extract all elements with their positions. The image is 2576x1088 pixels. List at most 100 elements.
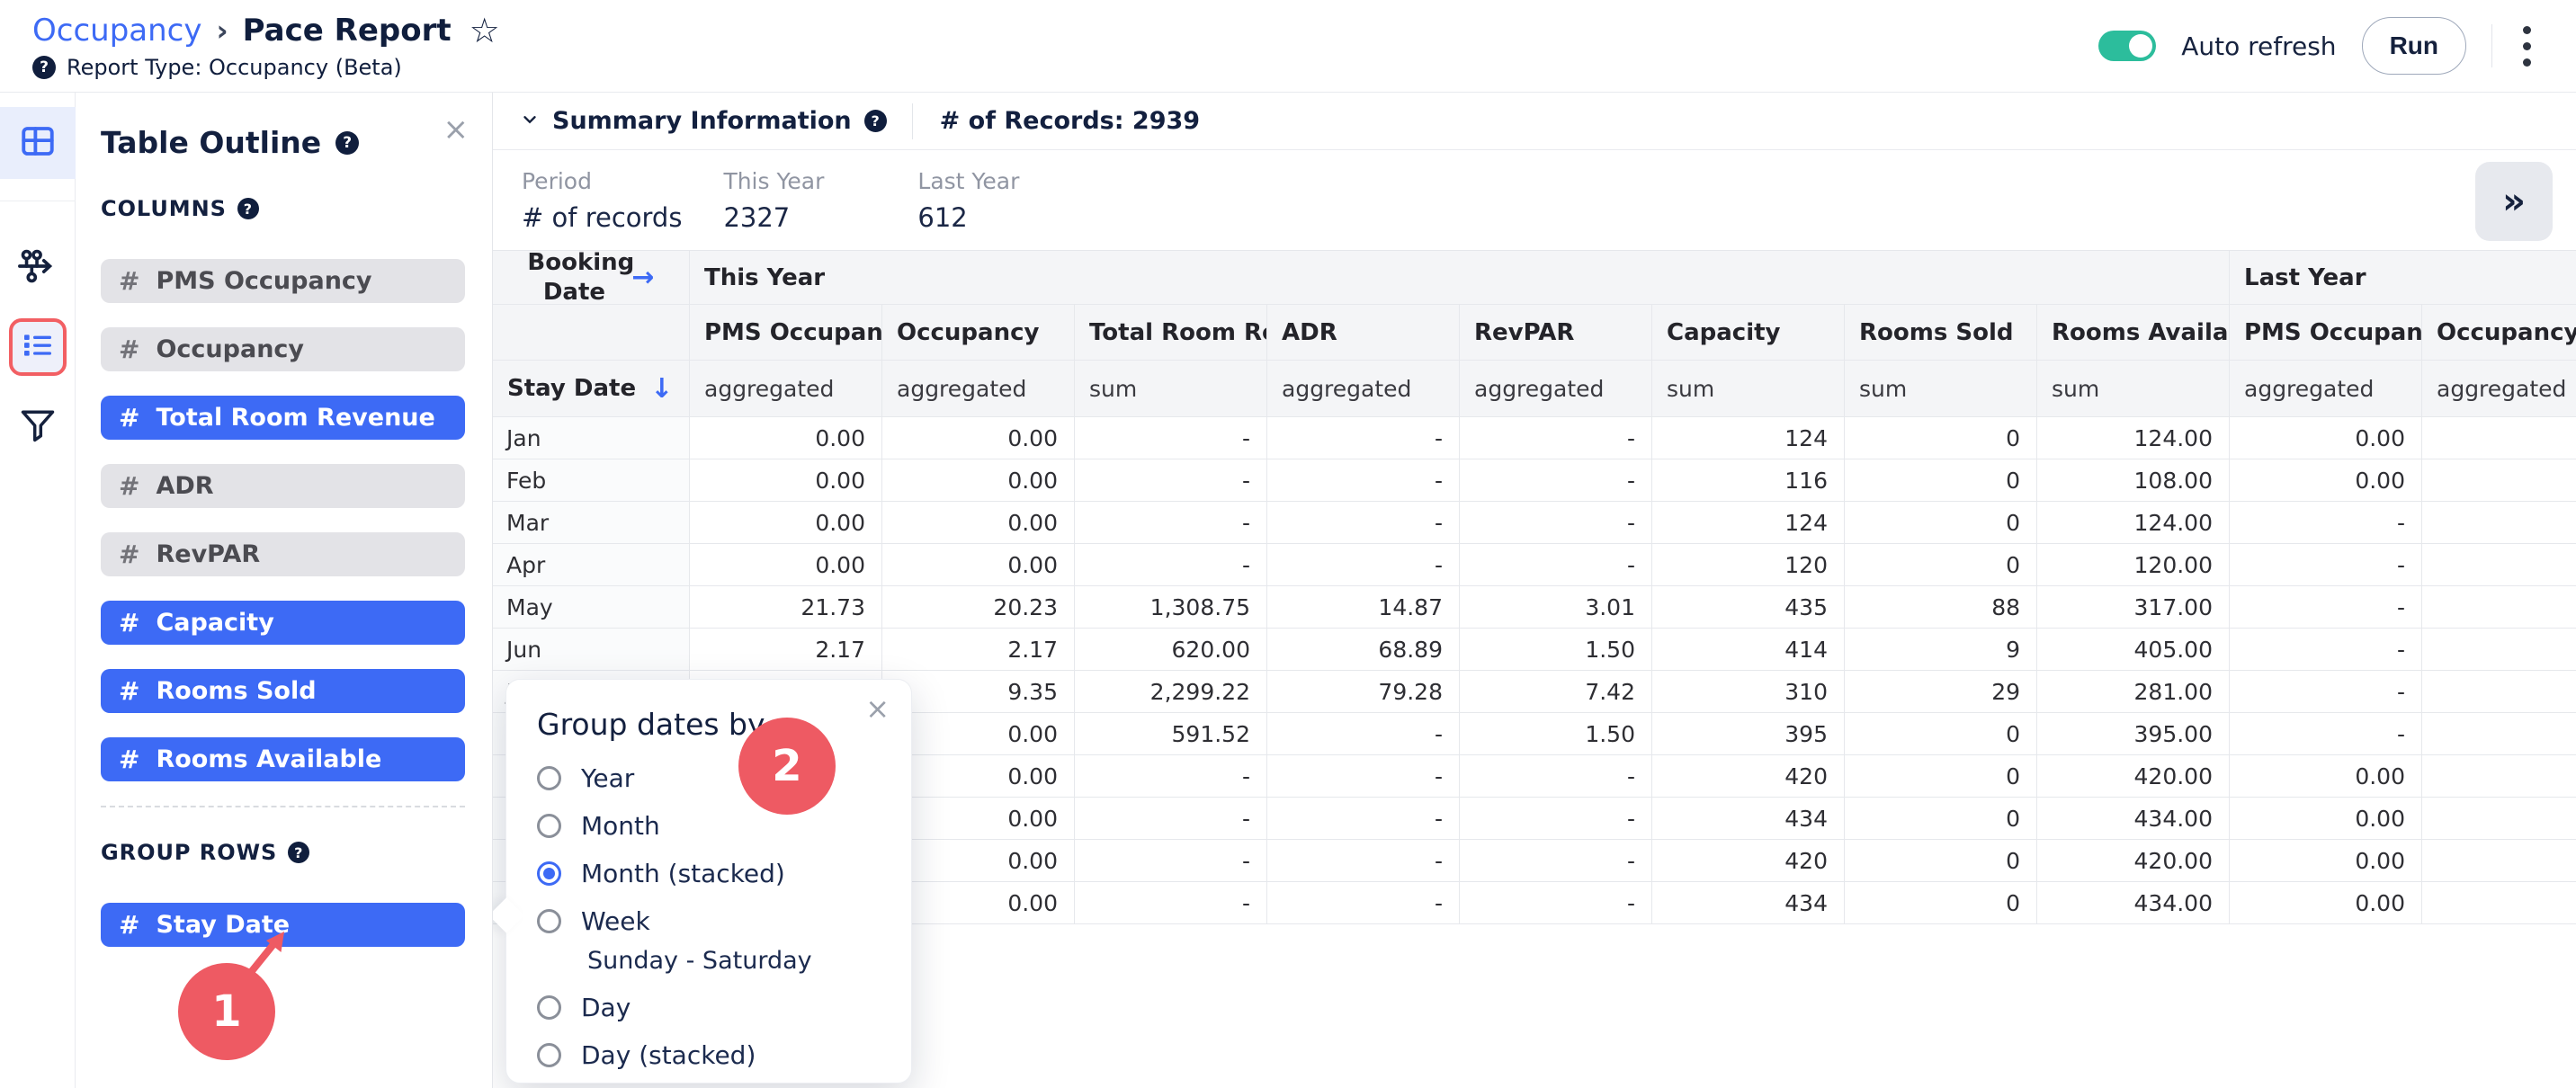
help-icon[interactable]: ? xyxy=(32,56,56,79)
booking-date-header[interactable]: Booking Date→ xyxy=(493,251,690,305)
column-header-pms-occupancy-0[interactable]: PMS Occupancy xyxy=(690,305,882,361)
popup-close-icon[interactable]: × xyxy=(865,694,890,723)
radio-option-day-stacked[interactable]: Day (stacked) xyxy=(537,1040,881,1070)
help-icon[interactable]: ? xyxy=(237,198,259,219)
data-cell-apr-0: 0.00 xyxy=(690,544,882,586)
help-icon[interactable]: ? xyxy=(288,842,309,863)
stay-date-label: Stay Date xyxy=(507,375,636,402)
panel-close-icon[interactable]: × xyxy=(443,114,470,145)
summary-collapse-toggle[interactable]: Summary Information ? xyxy=(520,107,887,135)
data-cell-feb-2: - xyxy=(1075,459,1267,502)
data-cell-mar-3: - xyxy=(1267,502,1460,544)
kebab-menu-icon[interactable] xyxy=(2518,21,2536,72)
radio-icon-selected[interactable] xyxy=(537,861,561,886)
field-chip-occupancy[interactable]: #Occupancy xyxy=(101,327,465,371)
field-chip-total-room-revenue[interactable]: #Total Room Revenue xyxy=(101,396,465,440)
corner-spacer-cell xyxy=(493,305,690,361)
favorite-star-icon[interactable]: ☆ xyxy=(470,13,500,48)
data-cell-sep-3: - xyxy=(1267,755,1460,798)
data-cell-feb-5: 116 xyxy=(1652,459,1845,502)
column-header-rooms-sold-6[interactable]: Rooms Sold xyxy=(1845,305,2037,361)
column-header-occupancy-1[interactable]: Occupancy xyxy=(882,305,1075,361)
stay-date-sort-header[interactable]: Stay Date↓ xyxy=(493,361,690,417)
column-header-rooms-available-7[interactable]: Rooms Available xyxy=(2037,305,2230,361)
radio-option-label: Month (stacked) xyxy=(581,859,785,888)
data-cell-jun-1: 2.17 xyxy=(882,629,1075,671)
column-header-total-room-reve-2[interactable]: Total Room Reve... xyxy=(1075,305,1267,361)
radio-icon[interactable] xyxy=(537,814,561,838)
data-cell-jan-5: 124 xyxy=(1652,417,1845,459)
row-label-mar: Mar xyxy=(493,502,690,544)
data-cell-jul-4: 7.42 xyxy=(1460,671,1652,713)
data-cell-nov-6: 0 xyxy=(1845,840,2037,882)
group-dates-popup: × Group dates by YearMonthMonth (stacked… xyxy=(505,679,912,1084)
collapse-panel-button[interactable]: » xyxy=(2475,162,2553,241)
data-cell-feb-3: - xyxy=(1267,459,1460,502)
radio-icon[interactable] xyxy=(537,995,561,1020)
breadcrumb-occupancy-link[interactable]: Occupancy xyxy=(32,13,201,49)
field-chip-rooms-sold[interactable]: #Rooms Sold xyxy=(101,669,465,713)
chip-label: ADR xyxy=(156,472,213,500)
report-type-label: Report Type: Occupancy (Beta) xyxy=(67,55,402,80)
field-chip-capacity[interactable]: #Capacity xyxy=(101,601,465,645)
data-cell-jun-4: 1.50 xyxy=(1460,629,1652,671)
data-cell-dec-6: 0 xyxy=(1845,882,2037,924)
auto-refresh-toggle[interactable] xyxy=(2098,31,2156,61)
run-button[interactable]: Run xyxy=(2362,17,2466,75)
field-chip-rooms-available[interactable]: #Rooms Available xyxy=(101,737,465,781)
radio-option-label: Day xyxy=(581,993,631,1022)
field-chip-pms-occupancy[interactable]: #PMS Occupancy xyxy=(101,259,465,303)
radio-icon[interactable] xyxy=(537,1043,561,1067)
column-header-pms-occupancy-8[interactable]: PMS Occupancy xyxy=(2230,305,2422,361)
data-cell-jun-3: 68.89 xyxy=(1267,629,1460,671)
pivot-flow-icon xyxy=(17,245,58,290)
help-icon[interactable]: ? xyxy=(864,110,887,132)
chevron-right-icon: › xyxy=(216,16,228,45)
data-cell-jul-9 xyxy=(2422,671,2576,713)
field-chip-adr[interactable]: #ADR xyxy=(101,464,465,508)
summary-block-this-year: This Year 2327 xyxy=(723,168,824,233)
column-header-revpar-4[interactable]: RevPAR xyxy=(1460,305,1652,361)
hash-icon: # xyxy=(119,540,139,569)
radio-option-month-stacked[interactable]: Month (stacked) xyxy=(537,859,881,888)
columns-label-text: COLUMNS xyxy=(101,196,227,221)
radio-icon[interactable] xyxy=(537,766,561,790)
data-cell-dec-5: 434 xyxy=(1652,882,1845,924)
rail-item-pivot[interactable] xyxy=(0,243,76,293)
rail-item-table-outline[interactable] xyxy=(0,315,76,379)
data-cell-mar-1: 0.00 xyxy=(882,502,1075,544)
radio-option-month[interactable]: Month xyxy=(537,811,881,841)
summary-block-value: 2327 xyxy=(723,202,824,233)
summary-block-value: 612 xyxy=(917,202,1019,233)
data-cell-mar-9 xyxy=(2422,502,2576,544)
radio-icon[interactable] xyxy=(537,909,561,933)
column-header-capacity-5[interactable]: Capacity xyxy=(1652,305,1845,361)
data-cell-mar-8: - xyxy=(2230,502,2422,544)
data-cell-aug-8: - xyxy=(2230,713,2422,755)
field-chip-revpar[interactable]: #RevPAR xyxy=(101,532,465,576)
data-cell-nov-4: - xyxy=(1460,840,1652,882)
hash-icon: # xyxy=(119,608,139,638)
data-cell-aug-9 xyxy=(2422,713,2576,755)
radio-option-day[interactable]: Day xyxy=(537,993,881,1022)
data-cell-jul-2: 2,299.22 xyxy=(1075,671,1267,713)
data-cell-dec-8: 0.00 xyxy=(2230,882,2422,924)
chip-label: Rooms Sold xyxy=(156,677,316,705)
data-cell-oct-8: 0.00 xyxy=(2230,798,2422,840)
rail-item-table[interactable] xyxy=(0,107,76,179)
aggregation-cell-7: sum xyxy=(2037,361,2230,417)
radio-option-week[interactable]: Week xyxy=(537,906,881,936)
data-cell-sep-4: - xyxy=(1460,755,1652,798)
column-header-adr-3[interactable]: ADR xyxy=(1267,305,1460,361)
data-cell-feb-0: 0.00 xyxy=(690,459,882,502)
data-cell-dec-4: - xyxy=(1460,882,1652,924)
rail-item-filter[interactable] xyxy=(0,401,76,451)
data-cell-oct-9 xyxy=(2422,798,2576,840)
aggregation-cell-0: aggregated xyxy=(690,361,882,417)
data-cell-feb-4: - xyxy=(1460,459,1652,502)
field-chip-stay-date[interactable]: #Stay Date xyxy=(101,903,465,947)
summary-block-label: This Year xyxy=(723,168,824,194)
column-header-occupancy-9[interactable]: Occupancy xyxy=(2422,305,2576,361)
help-icon[interactable]: ? xyxy=(335,131,359,155)
data-cell-may-4: 3.01 xyxy=(1460,586,1652,629)
